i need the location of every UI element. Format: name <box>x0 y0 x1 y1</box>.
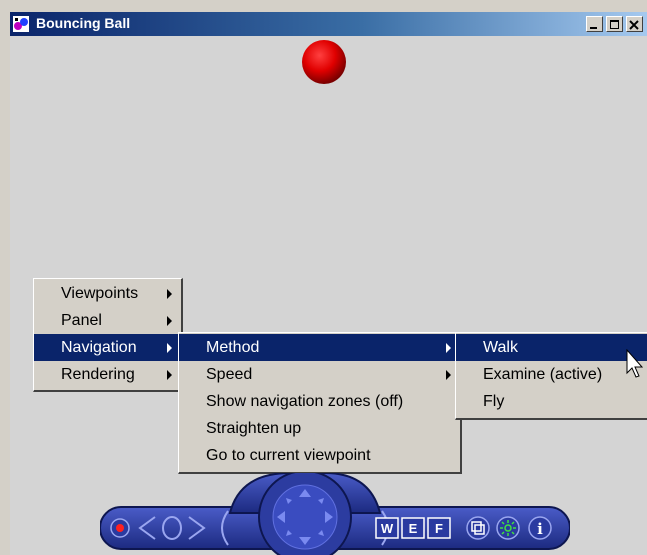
menu-item-show-navigation-zones[interactable]: Show navigation zones (off) <box>179 388 460 415</box>
context-menu: Viewpoints Panel Navigation Rendering <box>33 278 183 392</box>
close-icon <box>629 20 639 30</box>
submenu-arrow-icon <box>167 370 172 380</box>
walk-mode-button[interactable]: W <box>375 517 399 539</box>
navigation-submenu: Method Speed Show navigation zones (off)… <box>178 332 462 474</box>
maximize-button[interactable] <box>606 16 623 32</box>
app-icon <box>13 16 29 32</box>
submenu-arrow-icon <box>167 316 172 326</box>
menu-item-label: Viewpoints <box>61 285 139 302</box>
menu-item-label: Examine (active) <box>483 366 603 383</box>
submenu-arrow-icon <box>167 289 172 299</box>
menu-item-label: Navigation <box>61 339 137 356</box>
info-button[interactable]: i <box>528 516 552 540</box>
menu-item-rendering[interactable]: Rendering <box>34 361 181 388</box>
straighten-button[interactable] <box>466 516 490 540</box>
title-bar[interactable]: Bouncing Ball <box>10 12 647 36</box>
method-submenu: Walk Examine (active) Fly <box>455 332 647 420</box>
menu-item-method[interactable]: Method <box>179 334 460 361</box>
menu-item-walk[interactable]: Walk <box>456 334 647 361</box>
menu-item-examine[interactable]: Examine (active) <box>456 361 647 388</box>
bouncing-ball <box>302 40 346 84</box>
record-icon <box>116 524 124 532</box>
menu-item-label: Walk <box>483 339 518 356</box>
menu-item-label: Rendering <box>61 366 135 383</box>
record-button[interactable] <box>110 518 130 538</box>
window-title: Bouncing Ball <box>36 15 131 31</box>
menu-item-label: Panel <box>61 312 102 329</box>
submenu-arrow-icon <box>446 343 451 353</box>
menu-item-viewpoints[interactable]: Viewpoints <box>34 280 181 307</box>
app-window: Bouncing Ball Viewpoints Panel Navigatio… <box>0 0 647 555</box>
menu-item-label: Fly <box>483 393 505 410</box>
menu-item-label: Straighten up <box>206 420 302 437</box>
menu-item-label: Go to current viewpoint <box>206 447 371 464</box>
menu-item-fly[interactable]: Fly <box>456 388 647 415</box>
fly-mode-label: F <box>435 521 443 536</box>
mouse-cursor-icon <box>626 349 644 378</box>
menu-item-go-to-current-viewpoint[interactable]: Go to current viewpoint <box>179 442 460 469</box>
menu-item-navigation[interactable]: Navigation <box>34 334 181 361</box>
walk-mode-label: W <box>381 521 394 536</box>
menu-item-straighten-up[interactable]: Straighten up <box>179 415 460 442</box>
menu-item-label: Speed <box>206 366 253 383</box>
info-icon: i <box>537 520 543 538</box>
examine-mode-label: E <box>409 521 418 536</box>
submenu-arrow-icon <box>167 343 172 353</box>
submenu-arrow-icon <box>446 370 451 380</box>
examine-mode-button[interactable]: E <box>401 517 425 539</box>
fly-mode-button[interactable]: F <box>427 517 451 539</box>
menu-item-label: Method <box>206 339 260 356</box>
minimize-button[interactable] <box>586 16 603 32</box>
menu-item-label: Show navigation zones (off) <box>206 393 404 410</box>
menu-item-speed[interactable]: Speed <box>179 361 460 388</box>
navigation-panel: W E F i <box>100 473 570 555</box>
maximize-icon <box>610 20 619 29</box>
headlight-button[interactable] <box>496 516 520 540</box>
minimize-icon <box>590 27 597 29</box>
close-button[interactable] <box>626 16 643 32</box>
menu-item-panel[interactable]: Panel <box>34 307 181 334</box>
